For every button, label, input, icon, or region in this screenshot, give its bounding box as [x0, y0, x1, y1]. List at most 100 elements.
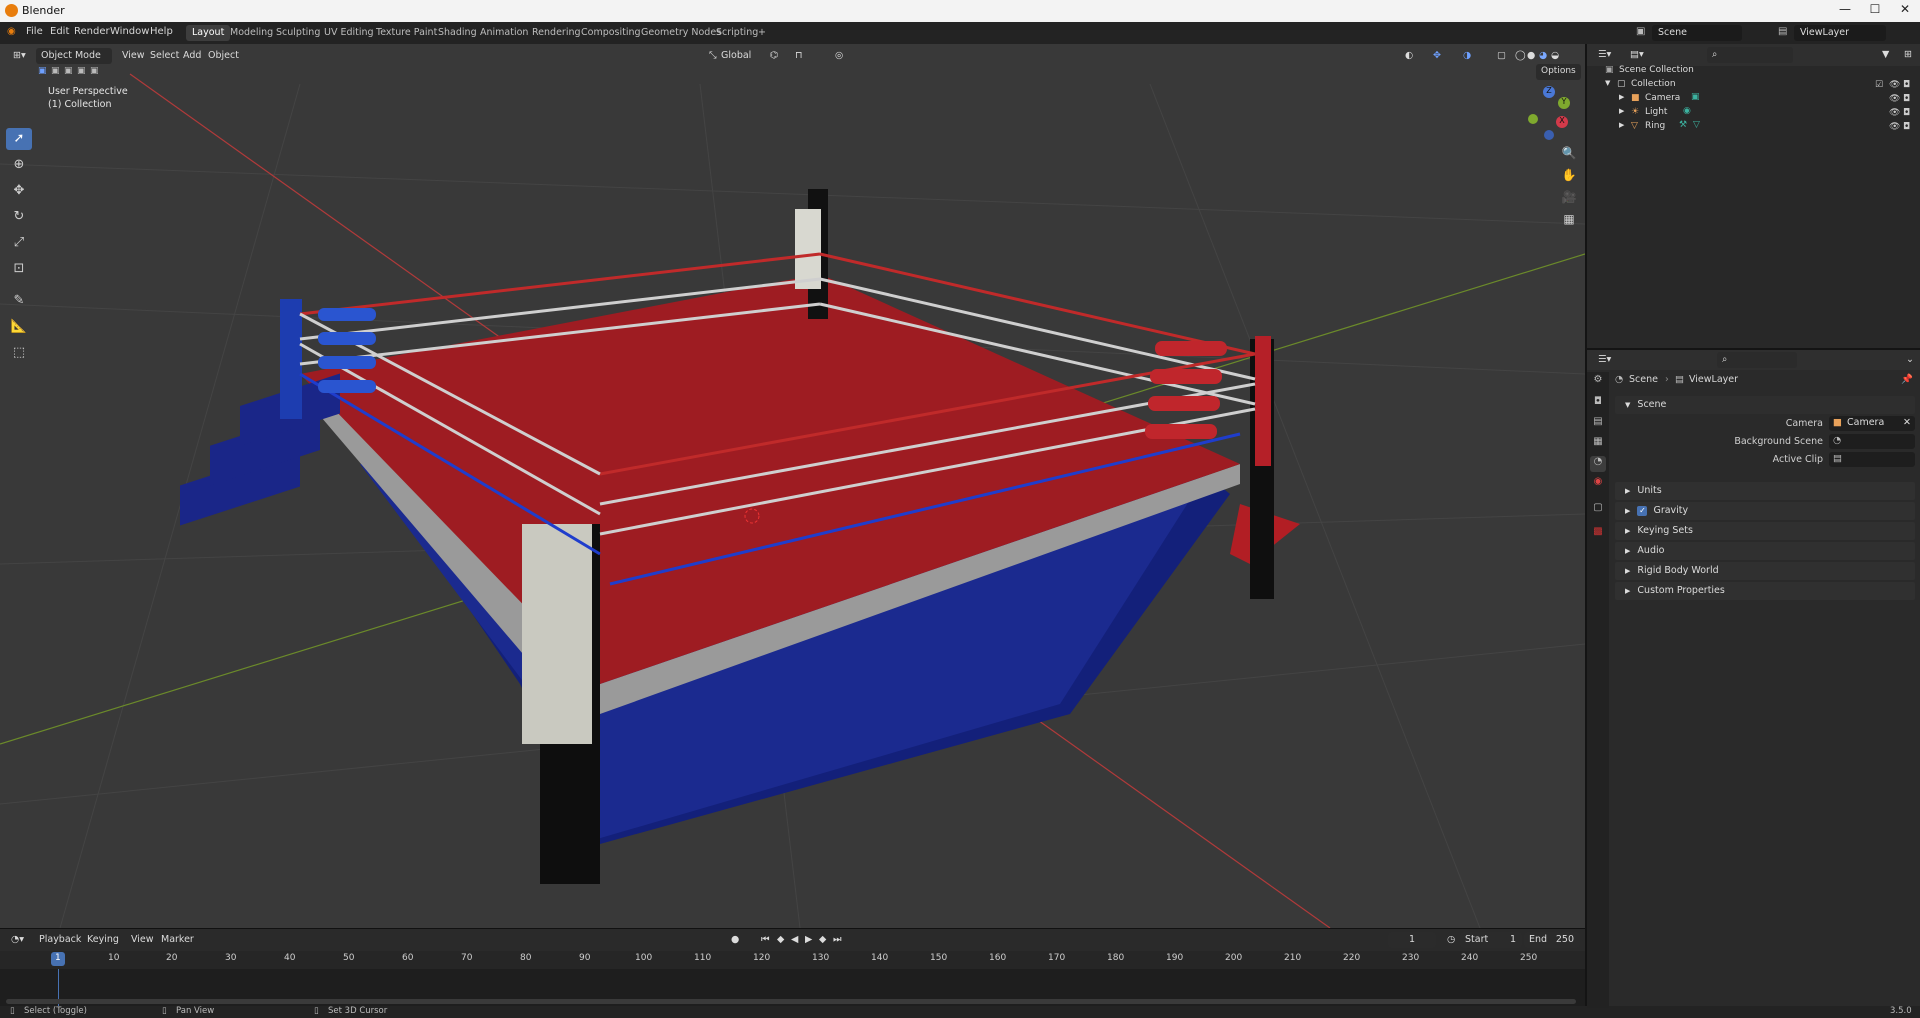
close-icon[interactable]: ✕ [1890, 2, 1920, 20]
gizmo-toggle-icon[interactable]: ✥ [1428, 48, 1446, 64]
collapse-arrow-icon[interactable]: ▼ [1625, 401, 1630, 409]
selection-mode-buttons[interactable]: ▣ ▣ ▣ ▣ ▣ [38, 64, 102, 78]
render-camera-icon[interactable]: ◘ [1903, 108, 1913, 118]
navigation-gizmo[interactable]: Z Y X [1520, 84, 1580, 144]
proportional-edit-icon[interactable]: ◎ [830, 48, 848, 64]
properties-search-input[interactable]: ⌕ [1717, 352, 1797, 368]
timeline-editor-type-icon[interactable]: ◔▾ [6, 932, 29, 948]
menu-window[interactable]: Window [110, 26, 149, 37]
measure-tool-icon[interactable]: 📐 [6, 316, 32, 338]
expand-arrow-icon[interactable]: ▶ [1619, 107, 1624, 115]
move-tool-icon[interactable]: ✥ [6, 180, 32, 202]
expand-arrow-icon[interactable]: ▼ [1605, 79, 1610, 87]
maximize-icon[interactable]: ☐ [1860, 2, 1890, 20]
render-camera-icon[interactable]: ◘ [1903, 94, 1913, 104]
expand-arrow-icon[interactable]: ▶ [1625, 487, 1630, 495]
expand-arrow-icon[interactable]: ▶ [1619, 93, 1624, 101]
xray-icon[interactable]: ▢ [1492, 48, 1511, 64]
exclude-checkbox-icon[interactable]: ☑ [1875, 80, 1885, 90]
transform-orientation-selector[interactable]: Global [716, 48, 756, 64]
display-mode-icon[interactable]: ▤▾ [1625, 47, 1649, 63]
select-intersect-icon[interactable]: ▣ [90, 66, 99, 76]
view-layer-tab-icon[interactable]: ▦ [1590, 436, 1606, 452]
start-frame-field[interactable]: Start 1 [1460, 932, 1522, 948]
expand-arrow-icon[interactable]: ▶ [1625, 587, 1630, 595]
audio-panel-header[interactable]: ▶ Audio [1615, 542, 1915, 560]
mode-selector[interactable]: Object Mode [36, 48, 112, 64]
light-data-icon[interactable]: ◉ [1683, 106, 1691, 116]
outliner-editor-type-icon[interactable]: ☰▾ [1593, 47, 1616, 63]
visibility-eye-icon[interactable]: 👁 [1889, 108, 1900, 118]
camera-data-icon[interactable]: ▣ [1691, 92, 1700, 102]
gravity-checkbox[interactable]: ✓ [1637, 506, 1648, 516]
ortho-grid-icon[interactable]: ▦ [1558, 212, 1580, 232]
timeline-scrollbar[interactable] [6, 999, 1576, 1004]
gizmo-neg-y[interactable] [1528, 114, 1538, 124]
add-cube-tool-icon[interactable]: ⬚ [6, 342, 32, 364]
visibility-eye-icon[interactable]: 👁 [1889, 122, 1900, 132]
active-clip-field[interactable]: ▤ [1829, 452, 1915, 467]
timeline-menu-keying[interactable]: Keying [82, 932, 124, 948]
scale-tool-icon[interactable]: ⤢ [6, 232, 32, 254]
outliner-search-input[interactable]: ⌕ [1707, 47, 1793, 63]
menu-edit[interactable]: Edit [50, 26, 69, 37]
expand-arrow-icon[interactable]: ▶ [1625, 567, 1630, 575]
minimize-icon[interactable]: — [1830, 2, 1860, 20]
outliner-row-camera[interactable]: ▶ ■ Camera ▣ 👁 ◘ [1587, 92, 1920, 106]
gizmo-z-axis[interactable]: Z [1543, 86, 1555, 98]
annotate-tool-icon[interactable]: ✎ [6, 290, 32, 312]
tool-tab-icon[interactable]: ⚙ [1590, 374, 1606, 390]
pan-hand-icon[interactable]: ✋ [1558, 168, 1580, 188]
gravity-panel-header[interactable]: ▶ ✓ Gravity [1615, 502, 1915, 520]
camera-view-icon[interactable]: 🎥 [1558, 190, 1580, 210]
zoom-icon[interactable]: 🔍 [1558, 146, 1580, 166]
expand-arrow-icon[interactable]: ▶ [1619, 121, 1624, 129]
filter-icon[interactable]: ▼ [1877, 47, 1894, 63]
preview-range-icon[interactable]: ◷ [1442, 932, 1460, 948]
texture-tab-icon[interactable]: ▩ [1590, 526, 1606, 542]
3d-viewport[interactable]: ⊞▾ Object Mode View Select Add Object ⤡ … [0, 44, 1585, 928]
select-subtract-icon[interactable]: ▣ [64, 66, 73, 76]
render-camera-icon[interactable]: ◘ [1903, 80, 1913, 90]
visibility-eye-icon[interactable]: 👁 [1889, 94, 1900, 104]
timeline-ruler[interactable]: 1 10 20 30 40 50 60 70 80 90 100 110 120… [0, 951, 1585, 969]
current-frame-field[interactable]: 1 [1388, 932, 1436, 948]
mesh-data-icon[interactable]: ▽ [1693, 120, 1700, 130]
select-extend-icon[interactable]: ▣ [51, 66, 60, 76]
transform-tool-icon[interactable]: ⊡ [6, 258, 32, 280]
output-tab-icon[interactable]: ▤ [1590, 416, 1606, 432]
menu-file[interactable]: File [26, 26, 43, 37]
visibility-icon[interactable]: ◐ [1400, 48, 1418, 64]
jump-end-icon[interactable]: ⏭ [828, 932, 847, 948]
keying-sets-panel-header[interactable]: ▶ Keying Sets [1615, 522, 1915, 540]
pin-icon[interactable]: 📌 [1901, 374, 1913, 385]
properties-editor-type-icon[interactable]: ☰▾ [1593, 352, 1616, 368]
render-camera-icon[interactable]: ◘ [1903, 122, 1913, 132]
view-layer-selector[interactable]: ViewLayer [1794, 25, 1886, 41]
scene-panel-header[interactable]: ▼ Scene [1615, 396, 1915, 414]
world-tab-icon[interactable]: ◉ [1590, 476, 1606, 492]
timeline-menu-marker[interactable]: Marker [156, 932, 199, 948]
snap-icon[interactable]: ⊓ [790, 48, 807, 64]
select-new-icon[interactable]: ▣ [38, 66, 47, 76]
rigid-body-world-panel-header[interactable]: ▶ Rigid Body World [1615, 562, 1915, 580]
modifier-icon[interactable]: ⚒ [1679, 120, 1687, 130]
gizmo-x-axis[interactable]: X [1556, 116, 1568, 128]
editor-type-icon[interactable]: ⊞▾ [8, 48, 31, 64]
outliner-row-ring[interactable]: ▶ ▽ Ring ⚒ ▽ 👁 ◘ [1587, 120, 1920, 134]
add-workspace-button[interactable]: + [752, 25, 772, 41]
background-scene-field[interactable]: ◔ [1829, 434, 1915, 449]
expand-arrow-icon[interactable]: ▶ [1625, 527, 1630, 535]
viewport-menu-object[interactable]: Object [203, 48, 244, 64]
gizmo-y-axis[interactable]: Y [1558, 97, 1570, 109]
gizmo-neg-z[interactable] [1544, 130, 1554, 140]
scene-tab-icon[interactable]: ◔ [1590, 456, 1606, 472]
end-frame-field[interactable]: End 250 [1524, 932, 1580, 948]
custom-properties-panel-header[interactable]: ▶ Custom Properties [1615, 582, 1915, 600]
visibility-eye-icon[interactable]: 👁 [1889, 80, 1900, 90]
menu-help[interactable]: Help [150, 26, 173, 37]
record-icon[interactable]: ● [726, 932, 744, 948]
render-tab-icon[interactable]: ◘ [1590, 396, 1606, 412]
expand-arrow-icon[interactable]: ▶ [1625, 507, 1630, 515]
timeline-menu-view[interactable]: View [126, 932, 159, 948]
